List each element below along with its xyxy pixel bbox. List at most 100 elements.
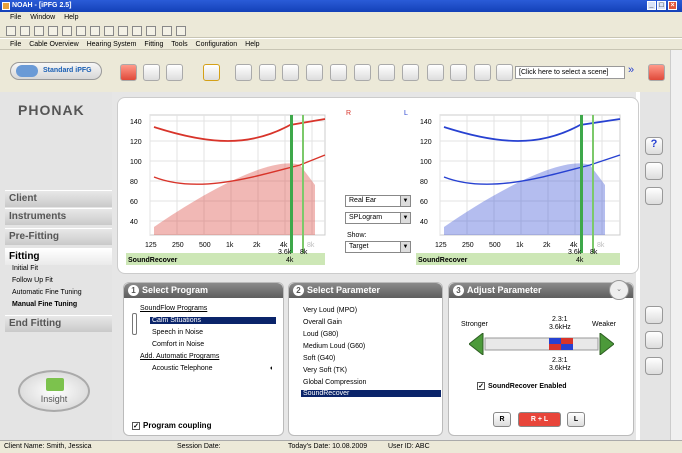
soundrecover-enabled-checkbox[interactable]: ✓ SoundRecover Enabled (477, 382, 567, 390)
save-icon[interactable] (90, 26, 100, 36)
panel-title: Adjust Parameter (467, 285, 542, 295)
right-ear-button[interactable]: R (493, 412, 511, 427)
view-select[interactable]: Real Ear ▼ (345, 195, 411, 207)
param-item[interactable]: Global Compression (303, 379, 366, 386)
audiogram-icon[interactable] (645, 162, 663, 180)
left-ear-button[interactable]: L (567, 412, 585, 427)
program-item[interactable]: Comfort in Noise (152, 341, 204, 348)
tools-icon[interactable] (118, 26, 128, 36)
print-icon[interactable] (162, 26, 172, 36)
mute-icon[interactable] (120, 64, 137, 81)
nav-follow-up-fit[interactable]: Follow Up Fit (12, 277, 53, 284)
ear-mark-icon[interactable] (354, 64, 371, 81)
left-ear-graph[interactable]: 140 120 100 80 60 40 125 250 500 1k 2k 4k 8k SoundRec… (410, 103, 630, 271)
param-item[interactable]: Very Soft (TK) (303, 367, 347, 374)
param-item[interactable]: Medium Loud (G60) (303, 343, 365, 350)
ear-left-icon[interactable] (203, 64, 220, 81)
nav-instruments[interactable]: Instruments (5, 208, 112, 225)
nav-end-fitting[interactable]: End Fitting (5, 315, 112, 332)
both-ears-button[interactable]: R + L (518, 412, 561, 427)
vertical-scrollbar[interactable] (670, 50, 682, 440)
menu-file[interactable]: File (10, 14, 21, 21)
menu-help[interactable]: Help (64, 14, 78, 21)
tune-icon[interactable] (235, 64, 252, 81)
cutoff-marker[interactable] (290, 115, 293, 253)
ear-right-icon[interactable] (166, 64, 183, 81)
menu2-fitting[interactable]: Fitting (144, 41, 163, 48)
feedback-icon[interactable] (143, 64, 160, 81)
loop-icon[interactable] (282, 64, 299, 81)
menu2-help[interactable]: Help (245, 41, 259, 48)
insight-button[interactable]: Insight (18, 370, 90, 412)
refresh-icon[interactable] (146, 26, 156, 36)
program-item[interactable]: Speech in Noise (152, 329, 203, 336)
param-item[interactable]: Soft (G40) (303, 355, 335, 362)
menu2-file[interactable]: File (10, 41, 21, 48)
menu2-config[interactable]: Configuration (196, 41, 238, 48)
export-icon[interactable] (132, 26, 142, 36)
x-tick-label: 8k (307, 242, 315, 249)
record-icon[interactable] (306, 64, 323, 81)
ear-icon[interactable] (259, 64, 276, 81)
panel-title: Select Parameter (307, 285, 381, 295)
menu2-tools[interactable]: Tools (171, 41, 187, 48)
program-item[interactable]: Calm Situations (150, 317, 276, 324)
slider-handle[interactable] (132, 313, 137, 335)
type-select[interactable]: SPLogram ▼ (345, 212, 411, 224)
device-settings-icon[interactable] (645, 357, 663, 375)
nav-initial-fit[interactable]: Initial Fit (12, 265, 38, 272)
collapse-icon[interactable]: » (628, 64, 645, 81)
adjust-slider[interactable] (469, 333, 614, 355)
client-icon[interactable] (20, 26, 30, 36)
device-icon[interactable] (450, 64, 467, 81)
program-button[interactable]: Standard iPFG (10, 62, 102, 80)
help-icon[interactable]: ? (645, 137, 663, 155)
graph-icon[interactable] (402, 64, 419, 81)
expand-icon[interactable]: ⌄ (609, 280, 629, 300)
nav-fitting[interactable]: Fitting (5, 248, 112, 265)
cutoff-marker[interactable] (302, 115, 304, 253)
minimize-icon[interactable]: _ (647, 1, 656, 10)
help-icon[interactable] (176, 26, 186, 36)
session-icon[interactable] (34, 26, 44, 36)
eye-icon[interactable] (645, 306, 663, 324)
play-icon[interactable] (474, 64, 491, 81)
step-number: 3 (453, 285, 464, 296)
menu-window[interactable]: Window (30, 14, 55, 21)
nav-manual-fine-tuning[interactable]: Manual Fine Tuning (12, 301, 77, 308)
menu2-cable[interactable]: Cable Overview (29, 41, 78, 48)
show-select[interactable]: Target ▼ (345, 241, 411, 253)
param-item[interactable]: Loud (G80) (303, 331, 338, 338)
exit-icon[interactable] (648, 64, 665, 81)
param-item[interactable]: SoundRecover (301, 390, 441, 397)
group-automatic[interactable]: Add. Automatic Programs (140, 353, 219, 360)
measure-icon[interactable] (62, 26, 72, 36)
marker-label: 8k (300, 249, 308, 256)
close-icon[interactable]: × (668, 1, 677, 10)
cutoff-marker[interactable] (580, 115, 583, 253)
param-item[interactable]: Overall Gain (303, 319, 342, 326)
program-item[interactable]: Acoustic Telephone (152, 365, 213, 372)
edit-icon[interactable] (104, 26, 114, 36)
scene-select[interactable]: [Click here to select a scene] (515, 66, 625, 79)
fit-icon[interactable] (76, 26, 86, 36)
open-icon[interactable] (6, 26, 16, 36)
param-item[interactable]: Very Loud (MPO) (303, 307, 357, 314)
module-icon[interactable] (48, 26, 58, 36)
mic-icon[interactable] (330, 64, 347, 81)
cutoff-marker[interactable] (592, 115, 594, 253)
program-coupling-checkbox[interactable]: ✓ Program coupling (132, 421, 211, 430)
nav-pre-fitting[interactable]: Pre-Fitting (5, 228, 112, 245)
maximize-icon[interactable]: □ (657, 1, 666, 10)
camera-icon[interactable] (645, 187, 663, 205)
right-ear-graph[interactable]: 140 120 100 80 60 40 125 250 500 1k 2k 4k 8k SoundRec… (120, 103, 335, 271)
nav-automatic-fine-tuning[interactable]: Automatic Fine Tuning (12, 289, 82, 296)
link-icon[interactable] (378, 64, 395, 81)
stop-icon[interactable] (496, 64, 513, 81)
sync-icon[interactable] (645, 331, 663, 349)
display-icon[interactable] (427, 64, 444, 81)
nav-client[interactable]: Client (5, 190, 112, 207)
menu2-hearing[interactable]: Hearing System (87, 41, 137, 48)
group-soundflow[interactable]: SoundFlow Programs (140, 305, 207, 312)
weaker-label: Weaker (592, 321, 616, 328)
